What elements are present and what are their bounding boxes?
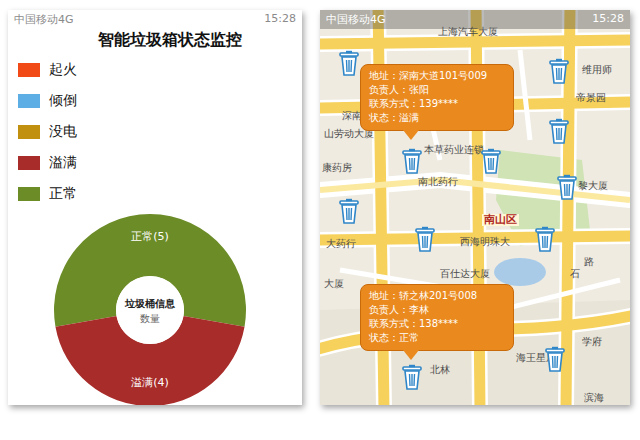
map-label: 康药房 bbox=[322, 162, 352, 174]
map-label: 百仕达大厦 bbox=[440, 268, 490, 280]
trash-bin-icon[interactable] bbox=[338, 198, 360, 224]
map-label: 学府 bbox=[582, 336, 602, 348]
map-label: 南北药行 bbox=[418, 176, 458, 188]
center-title: 垃圾桶信息 bbox=[124, 298, 176, 309]
carrier: 中国移动4G bbox=[14, 12, 74, 27]
callout-status: 状态：正常 bbox=[369, 331, 505, 345]
legend-item[interactable]: 正常 bbox=[18, 179, 302, 210]
callout-pointer bbox=[403, 350, 419, 360]
legend-swatch bbox=[18, 156, 40, 170]
dashboard-title: 智能垃圾箱状态监控 bbox=[8, 29, 302, 51]
map-label: 北林 bbox=[430, 364, 450, 376]
legend-item[interactable]: 溢满 bbox=[18, 148, 302, 179]
trash-bin-icon[interactable] bbox=[548, 118, 570, 144]
callout-owner: 负责人：张阳 bbox=[369, 83, 505, 97]
map-label: 帝景园 bbox=[576, 92, 606, 104]
callout-owner: 负责人：李林 bbox=[369, 303, 505, 317]
map-label: 黎大厦 bbox=[578, 180, 608, 192]
map-label: 南山区 bbox=[482, 214, 519, 226]
legend: 起火倾倒没电溢满正常 bbox=[8, 55, 302, 210]
map-label: 石 bbox=[570, 268, 580, 280]
trash-bin-icon[interactable] bbox=[556, 174, 578, 200]
bin-callout[interactable]: 地址：深南大道101号009负责人：张阳联系方式：139****状态：溢满 bbox=[360, 64, 514, 131]
slice-label: 溢满(4) bbox=[131, 376, 169, 389]
carrier: 中国移动4G bbox=[326, 12, 386, 27]
legend-swatch bbox=[18, 63, 40, 77]
legend-swatch bbox=[18, 187, 40, 201]
legend-swatch bbox=[18, 94, 40, 108]
page: 中国移动4G 15:28 智能垃圾箱状态监控起火倾倒没电溢满正常正常(5) 溢满(4)… bbox=[0, 0, 640, 440]
time: 15:28 bbox=[592, 12, 624, 27]
legend-swatch bbox=[18, 125, 40, 139]
map-label: 本草药业连锁 bbox=[424, 144, 484, 156]
time: 15:28 bbox=[264, 12, 296, 27]
legend-item[interactable]: 起火 bbox=[18, 55, 302, 86]
map-label: 路 bbox=[584, 256, 594, 268]
map-label: 大厦 bbox=[324, 278, 344, 290]
donut-chart: 正常(5) 溢满(4) 垃圾桶信息数量 bbox=[8, 212, 302, 405]
legend-label: 溢满 bbox=[49, 154, 77, 172]
callout-pointer bbox=[403, 130, 419, 140]
legend-label: 倾倒 bbox=[49, 92, 77, 110]
callout-address: 地址：深南大道101号009 bbox=[369, 69, 505, 83]
trash-bin-icon[interactable] bbox=[480, 148, 502, 174]
trash-bin-icon[interactable] bbox=[401, 148, 423, 174]
trash-bin-icon[interactable] bbox=[414, 226, 436, 252]
callout-phone: 联系方式：139**** bbox=[369, 97, 505, 111]
map-label: 维用师 bbox=[582, 64, 612, 76]
legend-label: 没电 bbox=[49, 123, 77, 141]
dashboard-screen: 中国移动4G 15:28 智能垃圾箱状态监控起火倾倒没电溢满正常正常(5) 溢满(4)… bbox=[8, 10, 302, 405]
trash-bin-icon[interactable] bbox=[401, 364, 423, 390]
status-bar: 中国移动4G 15:28 bbox=[8, 10, 302, 29]
callout-phone: 联系方式：138**** bbox=[369, 317, 505, 331]
legend-item[interactable]: 没电 bbox=[18, 117, 302, 148]
slice-label: 正常(5) bbox=[131, 230, 169, 243]
legend-item[interactable]: 倾倒 bbox=[18, 86, 302, 117]
legend-label: 正常 bbox=[49, 185, 77, 203]
map[interactable]: 中国移动4G15:28上海汽车大厦维用师帝景园深南大山劳动大厦本草药业连锁康药房… bbox=[320, 10, 630, 405]
trash-bin-icon[interactable] bbox=[338, 50, 360, 76]
trash-bin-icon[interactable] bbox=[544, 346, 566, 372]
callout-status: 状态：溢满 bbox=[369, 111, 505, 125]
trash-bin-icon[interactable] bbox=[548, 58, 570, 84]
map-label: 滨海 bbox=[584, 392, 604, 404]
map-label: 上海汽车大厦 bbox=[438, 26, 498, 38]
donut-hole bbox=[116, 276, 184, 344]
map-screen: 中国移动4G15:28上海汽车大厦维用师帝景园深南大山劳动大厦本草药业连锁康药房… bbox=[320, 10, 630, 405]
legend-label: 起火 bbox=[49, 61, 77, 79]
bin-callout[interactable]: 地址：轿之林201号008负责人：李林联系方式：138****状态：正常 bbox=[360, 284, 514, 351]
center-subtitle: 数量 bbox=[140, 313, 160, 324]
map-label: 大药行 bbox=[326, 238, 356, 250]
trash-bin-icon[interactable] bbox=[534, 226, 556, 252]
map-label: 西海明珠大 bbox=[460, 236, 510, 248]
callout-address: 地址：轿之林201号008 bbox=[369, 289, 505, 303]
